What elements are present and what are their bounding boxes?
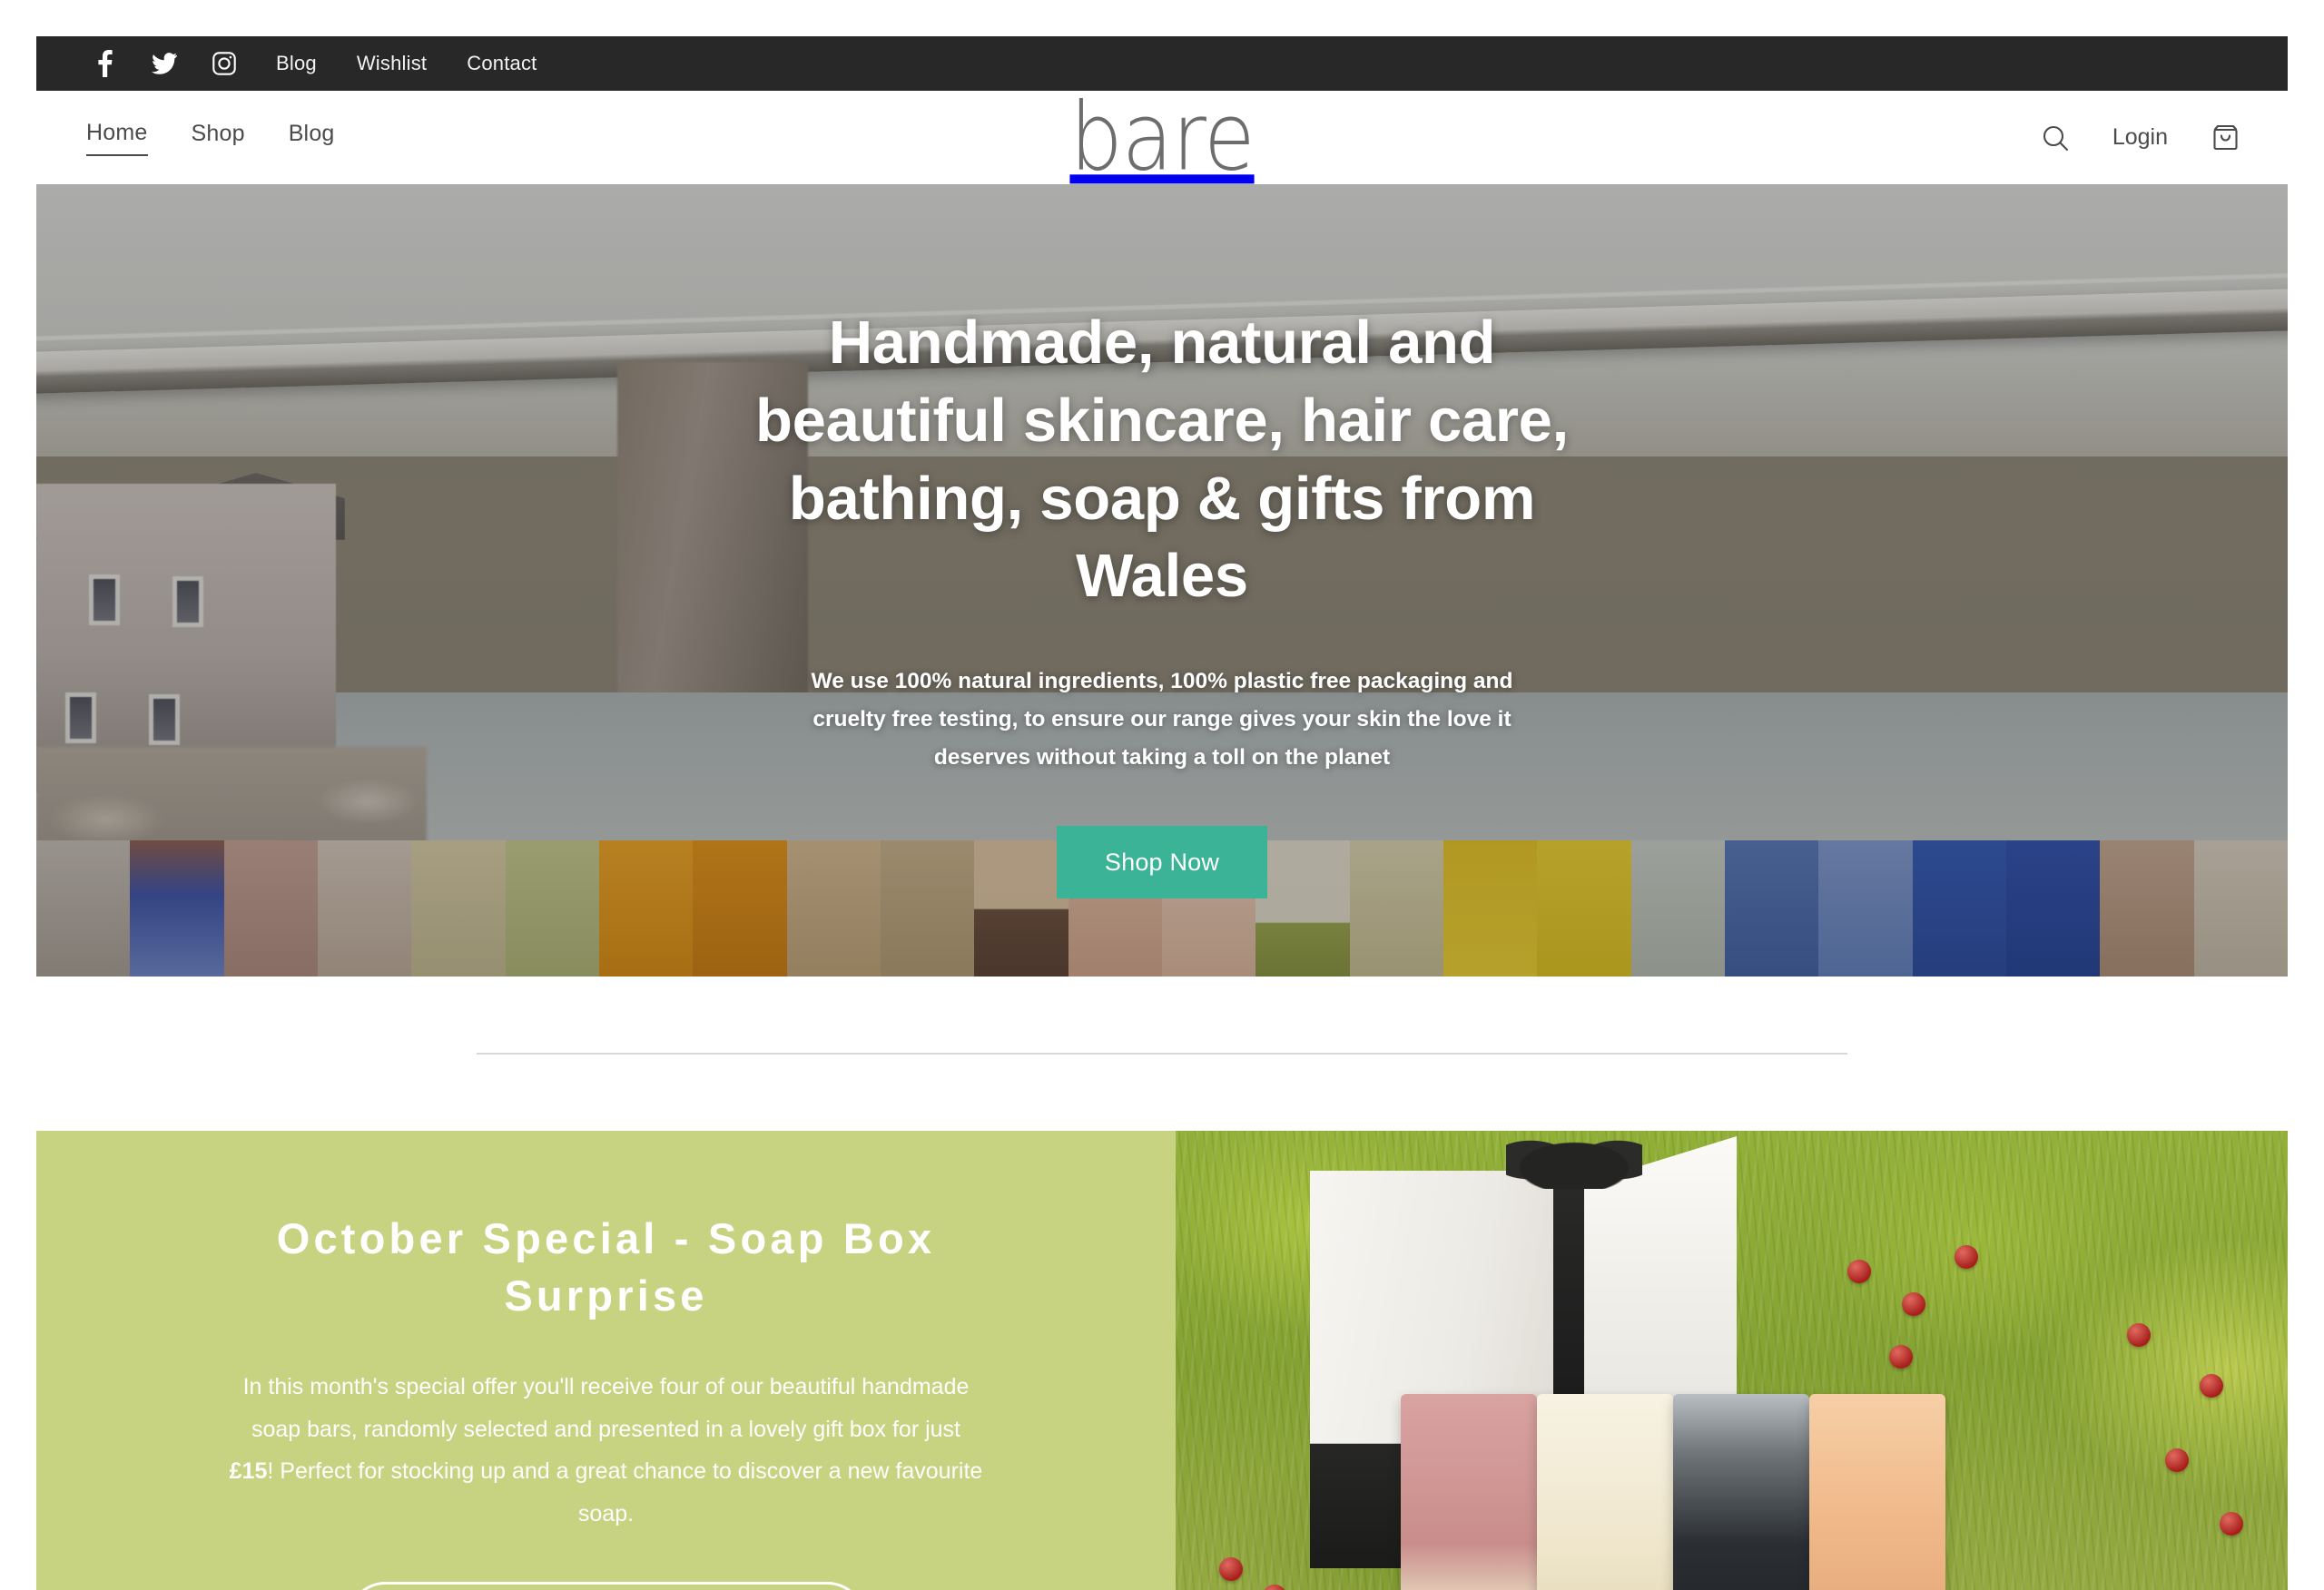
hero-title: Handmade, natural and beautiful skincare… (755, 309, 1569, 611)
hero-banner: Handmade, natural and beautiful skincare… (36, 184, 2288, 977)
topbar-link-blog[interactable]: Blog (276, 52, 317, 75)
header-actions: Login (2038, 121, 2288, 155)
promo-image-panel (1176, 1131, 2288, 1590)
instagram-icon[interactable] (211, 50, 238, 77)
promo-body-after: ! Perfect for stocking up and a great ch… (267, 1458, 983, 1526)
primary-nav: Home Shop Blog (36, 120, 335, 156)
promo-body: In this month's special offer you'll rec… (230, 1366, 983, 1535)
soap-bar-cream (1537, 1394, 1673, 1590)
promo-body-before: In this month's special offer you'll rec… (242, 1374, 970, 1442)
twitter-icon[interactable] (151, 50, 178, 77)
login-link[interactable]: Login (2112, 124, 2168, 151)
logo-text: bare (1069, 83, 1255, 191)
shopping-bag-icon[interactable] (2208, 121, 2242, 155)
promo-price: £15 (229, 1458, 268, 1484)
hero-content: Handmade, natural and beautiful skincare… (36, 184, 2288, 977)
section-divider-wrap (36, 977, 2288, 1131)
nav-item-home[interactable]: Home (86, 120, 148, 156)
october-special-section: October Special - Soap Box Surprise In t… (36, 1131, 2288, 1590)
site-header: Home Shop Blog bare Login (36, 90, 2288, 184)
top-bar-links: Blog Wishlist Contact (276, 52, 537, 75)
nav-item-blog[interactable]: Blog (289, 121, 335, 155)
search-icon[interactable] (2038, 121, 2073, 155)
hero-subtitle: We use 100% natural ingredients, 100% pl… (811, 669, 1513, 770)
topbar-link-contact[interactable]: Contact (467, 52, 537, 75)
shop-now-button[interactable]: Shop Now (1057, 826, 1267, 899)
promo-text-panel: October Special - Soap Box Surprise In t… (36, 1131, 1176, 1590)
social-links (91, 50, 238, 77)
shop-october-special-button[interactable]: Shop the October Special (347, 1582, 865, 1590)
facebook-icon[interactable] (91, 50, 118, 77)
page-root: Blog Wishlist Contact Home Shop Blog bar… (0, 0, 2324, 1590)
section-divider (477, 1053, 1847, 1055)
soap-bar-charcoal (1673, 1394, 1809, 1590)
soap-bar-pink (1401, 1394, 1537, 1590)
promo-title: October Special - Soap Box Surprise (276, 1214, 936, 1320)
nav-item-shop[interactable]: Shop (192, 121, 245, 155)
site-logo[interactable]: bare (1069, 90, 1255, 183)
topbar-link-wishlist[interactable]: Wishlist (357, 52, 427, 75)
soap-bar-peach (1809, 1394, 1945, 1590)
